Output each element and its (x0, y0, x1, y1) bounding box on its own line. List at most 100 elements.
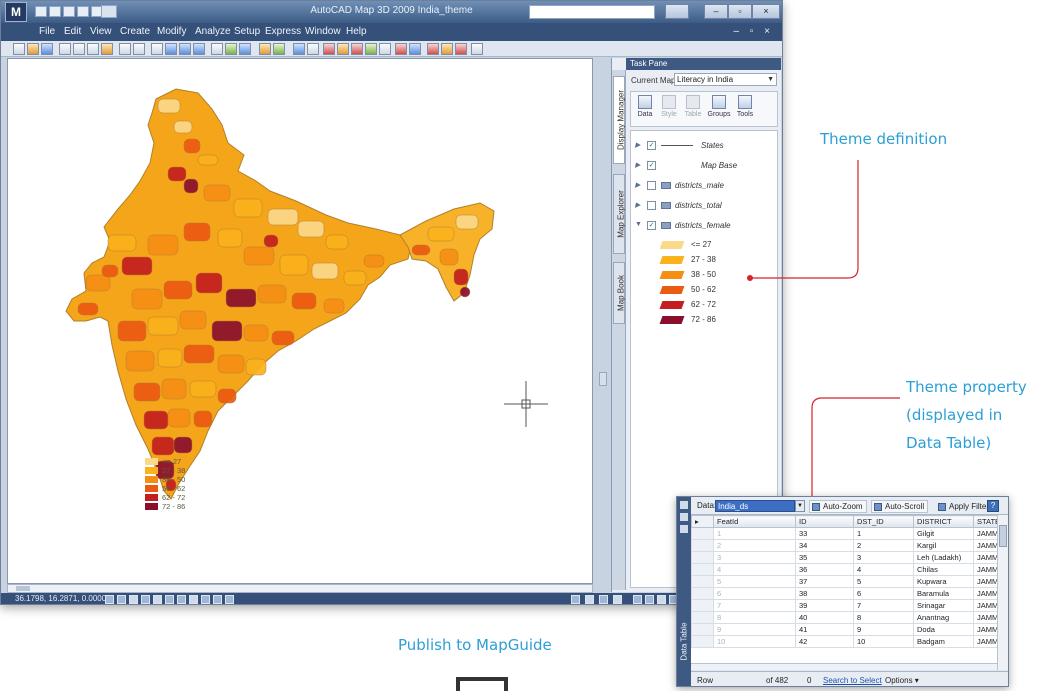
layer-checkbox[interactable]: ✓ (647, 141, 656, 150)
row-selector[interactable] (691, 587, 714, 600)
row-selector[interactable] (691, 551, 714, 564)
layer-districts-female[interactable]: ▼ ✓ districts_female (635, 219, 775, 233)
open-drawing-icon[interactable] (27, 43, 39, 55)
close-icon[interactable] (680, 501, 688, 509)
tab-display-manager[interactable]: Display Manager (613, 76, 626, 164)
column-header[interactable]: DISTRICT (913, 515, 974, 528)
copy-icon[interactable] (73, 43, 85, 55)
model-icon[interactable] (213, 595, 222, 604)
theme-legend-item[interactable]: 38 - 50 (659, 269, 771, 281)
map-status-3-icon[interactable] (657, 595, 666, 604)
map-tool-11-icon[interactable] (409, 43, 421, 55)
table-row[interactable]: 9419DodaJAMMU A (691, 623, 997, 636)
menu-view[interactable]: View (90, 26, 112, 37)
data-source-select[interactable]: India_ds (715, 500, 795, 512)
column-header[interactable]: STATE (973, 515, 997, 528)
menu-express[interactable]: Express (265, 26, 301, 37)
map-tool-10-icon[interactable] (395, 43, 407, 55)
map-tool-9-icon[interactable] (379, 43, 391, 55)
auto-scroll-button[interactable]: Auto-Scroll (871, 500, 929, 513)
table-row[interactable]: 2342KargilJAMMU A (691, 539, 997, 552)
theme-legend-item[interactable]: 50 - 62 (659, 284, 771, 296)
scroll-thumb[interactable] (16, 586, 30, 591)
row-selector[interactable] (691, 539, 714, 552)
autohide-icon[interactable] (680, 513, 688, 521)
menu-modify[interactable]: Modify (157, 26, 186, 37)
menu-create[interactable]: Create (120, 26, 150, 37)
layer-checkbox[interactable] (647, 201, 656, 210)
style-tool-button[interactable]: Style (657, 95, 681, 118)
scroll-thumb[interactable] (999, 525, 1007, 547)
undo-tool-icon[interactable] (119, 43, 131, 55)
table-row[interactable]: 3353Leh (Ladakh)JAMMU A (691, 551, 997, 564)
horizontal-scrollbar[interactable] (7, 584, 593, 593)
menu-setup[interactable]: Setup (234, 26, 260, 37)
auto-zoom-button[interactable]: Auto-Zoom (809, 500, 867, 513)
menu-window[interactable]: Window (305, 26, 341, 37)
map-tool-2-icon[interactable] (273, 43, 285, 55)
table-row[interactable]: 8408AnantnagJAMMU A (691, 611, 997, 624)
table-row[interactable]: 5375KupwaraJAMMU A (691, 575, 997, 588)
expand-icon[interactable]: ▶ (635, 161, 640, 169)
cut-icon[interactable] (59, 43, 71, 55)
new-drawing-icon[interactable] (13, 43, 25, 55)
table-row[interactable]: 1331GilgitJAMMU A (691, 527, 997, 540)
minimize-button[interactable]: – (704, 4, 728, 19)
zoom-realtime-icon[interactable] (165, 43, 177, 55)
properties-icon[interactable] (680, 525, 688, 533)
menu-file[interactable]: File (39, 26, 55, 37)
horizontal-scrollbar[interactable] (691, 663, 997, 670)
menu-edit[interactable]: Edit (64, 26, 81, 37)
theme-legend-item[interactable]: 27 - 38 (659, 254, 771, 266)
paste-icon[interactable] (87, 43, 99, 55)
expand-icon[interactable]: ▶ (635, 141, 640, 149)
tab-map-book[interactable]: Map Book (613, 262, 626, 324)
zoom-tool-icon[interactable] (471, 43, 483, 55)
theme-legend-item[interactable]: 62 - 72 (659, 299, 771, 311)
map-tool-6-icon[interactable] (337, 43, 349, 55)
annotation-scale-icon[interactable] (585, 595, 594, 604)
map-tool-5-icon[interactable] (323, 43, 335, 55)
expand-icon[interactable]: ▶ (635, 181, 640, 189)
tools-tool-button[interactable]: Tools (733, 95, 757, 118)
ducs-icon[interactable] (177, 595, 186, 604)
map-status-1-icon[interactable] (633, 595, 642, 604)
collapse-icon[interactable]: ▼ (635, 221, 642, 228)
table-row[interactable]: 7397SrinagarJAMMU A (691, 599, 997, 612)
close-button[interactable]: × (752, 4, 780, 19)
table-row[interactable]: 104210BadgamJAMMU A (691, 635, 997, 648)
maximize-viewport-icon[interactable] (571, 595, 580, 604)
menu-analyze[interactable]: Analyze (195, 26, 231, 37)
vertical-scrollbar[interactable] (997, 515, 1008, 670)
chevron-down-icon[interactable]: ▼ (795, 500, 805, 512)
map-tool-14-icon[interactable] (455, 43, 467, 55)
map-status-2-icon[interactable] (645, 595, 654, 604)
map-tool-4-icon[interactable] (307, 43, 319, 55)
table-row[interactable]: 4364ChilasJAMMU A (691, 563, 997, 576)
pan-icon[interactable] (151, 43, 163, 55)
dyn-icon[interactable] (189, 595, 198, 604)
match-properties-icon[interactable] (101, 43, 113, 55)
options-menu[interactable]: Options ▾ (885, 676, 919, 685)
redo-tool-icon[interactable] (133, 43, 145, 55)
map-tool-8-icon[interactable] (365, 43, 377, 55)
ortho-icon[interactable] (129, 595, 138, 604)
save-drawing-icon[interactable] (41, 43, 53, 55)
map-tool-1-icon[interactable] (259, 43, 271, 55)
apply-filter-button[interactable]: Apply Filter (935, 500, 993, 513)
layer-map-base[interactable]: ▶ ✓ Map Base (635, 159, 775, 173)
data-grid[interactable]: ▸FeatIdIDDST_IDDISTRICTSTATE 1331GilgitJ… (691, 515, 997, 670)
document-window-controls[interactable]: – ▫ × (733, 26, 774, 37)
row-selector[interactable] (691, 563, 714, 576)
row-selector[interactable] (691, 611, 714, 624)
lock-icon[interactable] (613, 595, 622, 604)
title-search-input[interactable] (529, 5, 655, 19)
polar-icon[interactable] (141, 595, 150, 604)
layer-states[interactable]: ▶ ✓ States (635, 139, 775, 153)
osnap-icon[interactable] (153, 595, 162, 604)
menu-help[interactable]: Help (346, 26, 367, 37)
row-selector[interactable] (691, 635, 714, 648)
search-to-select-link[interactable]: Search to Select (823, 676, 882, 685)
maximize-button[interactable]: ▫ (728, 4, 752, 19)
otrack-icon[interactable] (165, 595, 174, 604)
